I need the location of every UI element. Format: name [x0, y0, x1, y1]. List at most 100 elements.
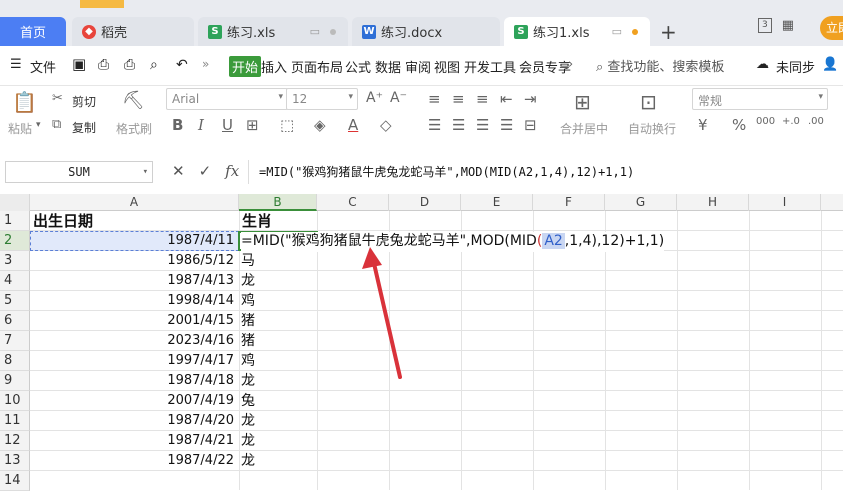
- cell-a4[interactable]: 1987/4/13: [30, 271, 237, 291]
- search-box[interactable]: ⌕ 查找功能、搜索模板: [596, 56, 724, 75]
- cell-b3[interactable]: 马: [239, 251, 317, 271]
- wrap-text-icon[interactable]: ⊡: [640, 90, 657, 114]
- cell-a9[interactable]: 1987/4/18: [30, 371, 237, 391]
- menu-data[interactable]: 数据: [375, 57, 401, 76]
- cell-b9[interactable]: 龙: [239, 371, 317, 391]
- scissors-icon[interactable]: ✂: [52, 91, 63, 106]
- paste-icon[interactable]: 📋: [12, 90, 37, 114]
- formula-input[interactable]: =MID("猴鸡狗猪鼠牛虎兔龙蛇马羊",MOD(MID(A2,1,4),12)+…: [248, 160, 843, 184]
- indent-right-icon[interactable]: ⇥: [524, 90, 537, 108]
- cell-b13[interactable]: 龙: [239, 451, 317, 471]
- login-button[interactable]: 立即: [820, 16, 843, 40]
- menu-insert[interactable]: 插入: [261, 57, 287, 76]
- cell-b7[interactable]: 猪: [239, 331, 317, 351]
- cell-a10[interactable]: 2007/4/19: [30, 391, 237, 411]
- in-cell-formula-editor[interactable]: =MID("猴鸡狗猪鼠牛虎兔龙蛇马羊",MOD(MID(A2,1,4),12)+…: [241, 232, 665, 252]
- column-header-i[interactable]: I: [749, 194, 821, 211]
- name-box[interactable]: SUM ▾: [5, 161, 153, 183]
- italic-icon[interactable]: I: [198, 116, 204, 134]
- wrap-text-label[interactable]: 自动换行: [628, 120, 676, 137]
- column-header-a[interactable]: A: [30, 194, 239, 211]
- export-icon[interactable]: ⎙: [98, 57, 109, 73]
- increase-font-icon[interactable]: A⁺: [366, 90, 383, 106]
- eraser-icon[interactable]: ◇: [380, 116, 392, 134]
- row-header-3[interactable]: 3: [0, 251, 30, 271]
- cell-b1[interactable]: 生肖: [239, 211, 317, 231]
- column-header-b[interactable]: B: [239, 194, 317, 211]
- row-header-2[interactable]: 2: [0, 231, 30, 251]
- border-icon[interactable]: ⊞: [246, 116, 259, 134]
- decrease-font-icon[interactable]: A⁻: [390, 90, 407, 106]
- bold-icon[interactable]: B: [172, 116, 183, 134]
- user-icon[interactable]: 👤: [822, 57, 838, 72]
- cell-b12[interactable]: 龙: [239, 431, 317, 451]
- tab-lianxi-xls[interactable]: S 练习.xls ▭: [198, 17, 348, 46]
- cell-a5[interactable]: 1998/4/14: [30, 291, 237, 311]
- justify-icon[interactable]: ☰: [500, 116, 513, 134]
- cell-a6[interactable]: 2001/4/15: [30, 311, 237, 331]
- cell-a8[interactable]: 1997/4/17: [30, 351, 237, 371]
- cell-a2[interactable]: 1987/4/11: [30, 231, 237, 251]
- menu-view[interactable]: 视图: [434, 57, 460, 76]
- row-header-9[interactable]: 9: [0, 371, 30, 391]
- more-icon[interactable]: »: [202, 57, 209, 71]
- align-center-icon[interactable]: ☰: [452, 116, 465, 134]
- cell-b10[interactable]: 兔: [239, 391, 317, 411]
- unsaved-dot-icon[interactable]: [632, 28, 638, 35]
- print-icon[interactable]: ⎙: [124, 57, 135, 73]
- row-header-14[interactable]: 14: [0, 471, 30, 491]
- menu-start[interactable]: 开始: [229, 56, 262, 77]
- column-header-f[interactable]: F: [533, 194, 605, 211]
- cancel-icon[interactable]: ✕: [172, 162, 185, 180]
- cell-a3[interactable]: 1986/5/12: [30, 251, 237, 271]
- row-header-8[interactable]: 8: [0, 351, 30, 371]
- cell-b11[interactable]: 龙: [239, 411, 317, 431]
- currency-icon[interactable]: ¥: [698, 116, 708, 134]
- preview-icon[interactable]: ⌕: [150, 57, 158, 73]
- font-color-icon[interactable]: A: [348, 116, 358, 134]
- row-header-5[interactable]: 5: [0, 291, 30, 311]
- distribute-icon[interactable]: ⊟: [524, 116, 537, 134]
- close-dot-icon[interactable]: [330, 28, 336, 35]
- preview-icon[interactable]: ▭: [612, 25, 622, 38]
- cell-a13[interactable]: 1987/4/22: [30, 451, 237, 471]
- merge-center-icon[interactable]: ⊞: [574, 90, 591, 114]
- row-header-12[interactable]: 12: [0, 431, 30, 451]
- align-top-icon[interactable]: ≡: [428, 90, 441, 108]
- menu-member[interactable]: 会员专享: [519, 57, 571, 76]
- cell-a11[interactable]: 1987/4/20: [30, 411, 237, 431]
- cell-a7[interactable]: 2023/4/16: [30, 331, 237, 351]
- percent-icon[interactable]: %: [732, 116, 746, 134]
- copy-icon[interactable]: ⧉: [52, 117, 61, 132]
- tab-home[interactable]: 首页: [0, 17, 66, 46]
- fill-color-icon[interactable]: ◈: [314, 116, 326, 134]
- cell-a12[interactable]: 1987/4/21: [30, 431, 237, 451]
- sync-status[interactable]: 未同步: [776, 57, 815, 76]
- row-header-1[interactable]: 1: [0, 211, 30, 231]
- menu-page-layout[interactable]: 页面布局: [291, 57, 343, 76]
- increase-decimal-icon[interactable]: +.0: [782, 116, 800, 127]
- scroll-right-icon[interactable]: ›: [568, 57, 573, 72]
- copy-label[interactable]: 复制: [72, 119, 96, 136]
- spreadsheet-grid[interactable]: A B C D E F G H I 1 2 3 4 5 6 7 8 9 10 1…: [0, 194, 843, 491]
- menu-file[interactable]: 文件: [30, 57, 56, 76]
- merge-center-label[interactable]: 合并居中: [560, 120, 608, 137]
- fill-pattern-icon[interactable]: ⬚: [280, 116, 294, 134]
- column-header-d[interactable]: D: [389, 194, 461, 211]
- align-left-icon[interactable]: ☰: [428, 116, 441, 134]
- tab-lianxi-docx[interactable]: W 练习.docx: [352, 17, 500, 46]
- indent-left-icon[interactable]: ⇤: [500, 90, 513, 108]
- cell-b6[interactable]: 猪: [239, 311, 317, 331]
- save-icon[interactable]: ▣: [72, 55, 86, 73]
- format-painter-label[interactable]: 格式刷: [116, 120, 152, 137]
- cell-b5[interactable]: 鸡: [239, 291, 317, 311]
- column-header-g[interactable]: G: [605, 194, 677, 211]
- tab-daoke[interactable]: ◆ 稻壳: [72, 17, 194, 46]
- layout-3-icon[interactable]: 3: [758, 18, 772, 33]
- decrease-decimal-icon[interactable]: .00: [808, 116, 824, 127]
- undo-icon[interactable]: ↶: [176, 57, 188, 73]
- tab-lianxi1-xls[interactable]: S 练习1.xls ▭: [504, 17, 650, 46]
- grid-view-icon[interactable]: ▦: [782, 18, 794, 33]
- row-header-13[interactable]: 13: [0, 451, 30, 471]
- paste-label[interactable]: 粘贴: [8, 120, 32, 137]
